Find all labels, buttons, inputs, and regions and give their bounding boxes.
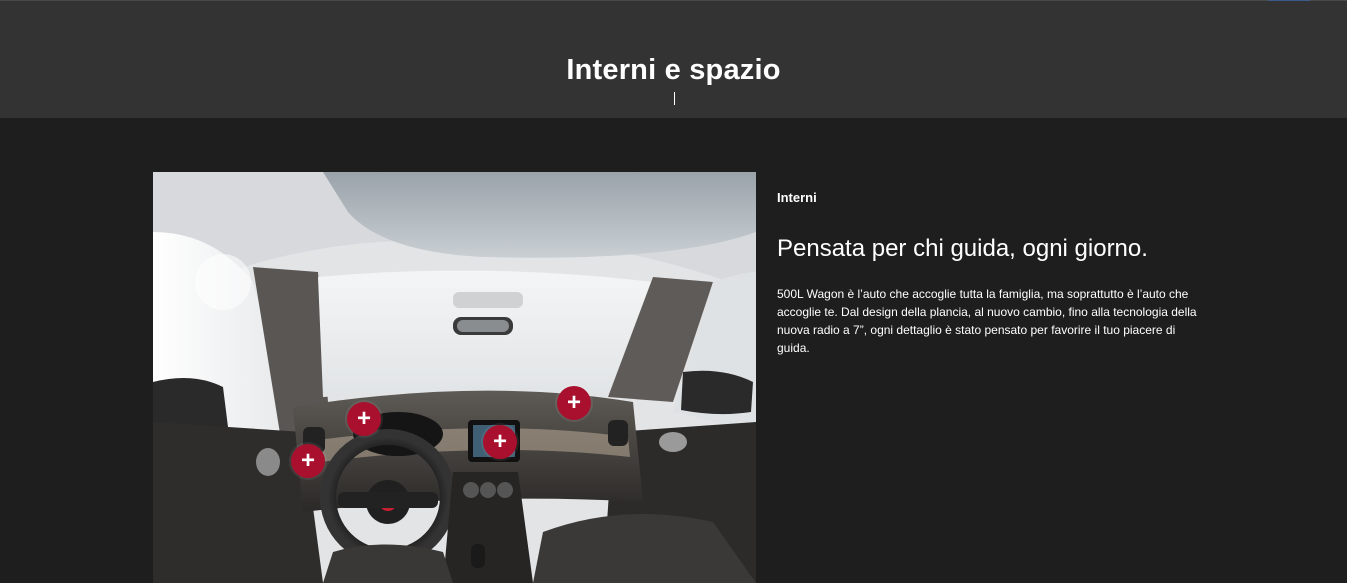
- hotspot-radio[interactable]: +: [483, 425, 517, 459]
- section-title: Interni e spazio: [566, 54, 781, 86]
- hotspot-dashboard[interactable]: +: [557, 386, 591, 420]
- feature-eyebrow: Interni: [777, 190, 817, 205]
- feature-headline: Pensata per chi guida, ogni giorno.: [777, 235, 1148, 262]
- section-header: Interni e spazio: [0, 1, 1347, 118]
- title-divider: [674, 92, 675, 105]
- plus-icon: +: [566, 389, 581, 416]
- interior-section: + + + + Interni Pensata per chi guida, o…: [0, 118, 1347, 583]
- hotspot-left-vent[interactable]: +: [291, 444, 325, 478]
- feature-description: 500L Wagon è l’auto che accoglie tutta l…: [777, 287, 1197, 355]
- car-interior-illustration: [153, 172, 756, 583]
- hotspot-steering[interactable]: +: [347, 402, 381, 436]
- plus-icon: +: [492, 428, 507, 455]
- plus-icon: +: [300, 447, 315, 474]
- plus-icon: +: [356, 405, 371, 432]
- interior-photo: + + + +: [153, 172, 756, 583]
